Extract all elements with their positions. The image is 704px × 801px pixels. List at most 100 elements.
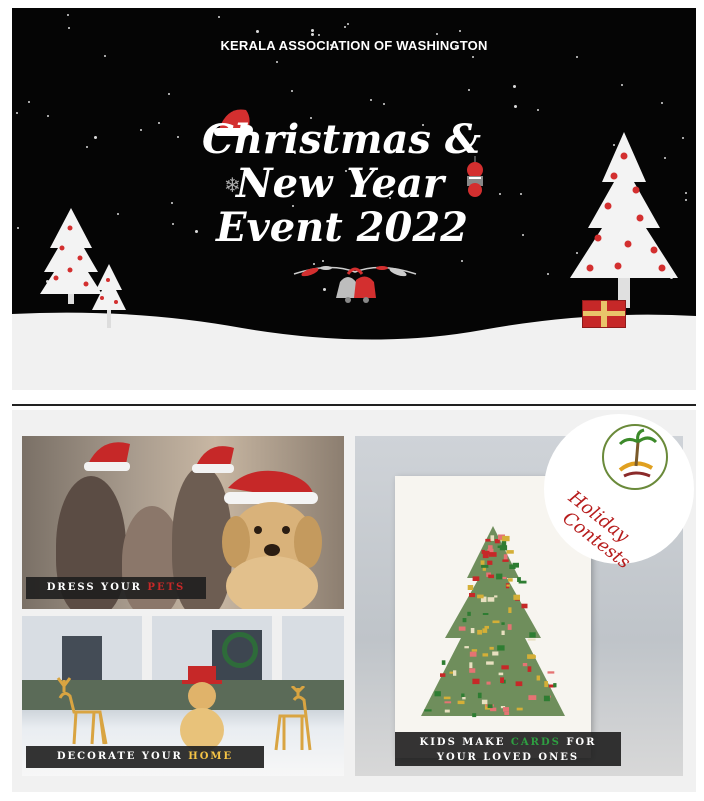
confetti-piece <box>507 624 512 630</box>
star-dot <box>661 102 663 104</box>
confetti-piece <box>516 707 523 711</box>
confetti-piece <box>462 697 466 700</box>
star-dot <box>311 29 314 32</box>
star-dot <box>67 14 69 16</box>
confetti-piece <box>488 574 494 579</box>
reindeer-decoration-icon <box>56 677 108 745</box>
snowflake-icon: ❄ <box>224 175 241 197</box>
star-dot <box>17 227 19 229</box>
star-dot <box>370 99 372 101</box>
confetti-piece <box>485 538 492 542</box>
confetti-piece <box>472 576 480 581</box>
confetti-piece <box>499 545 508 551</box>
confetti-piece <box>470 628 475 634</box>
santa-hat-icon <box>84 442 130 471</box>
confetti-piece <box>492 651 499 656</box>
star-dot <box>472 56 474 58</box>
confetti-piece <box>484 625 489 629</box>
star-dot <box>347 23 349 25</box>
caption-highlight: CARDS <box>510 737 561 748</box>
decorated-home-photo: DECORATE YOUR HOME <box>22 616 344 776</box>
star-dot <box>459 30 461 32</box>
star-dot <box>344 26 346 28</box>
confetti-piece <box>444 709 450 713</box>
star-dot <box>576 56 578 58</box>
confetti-piece <box>502 559 509 562</box>
star-dot <box>28 101 30 103</box>
hanging-ornament-icon <box>467 156 483 197</box>
confetti-piece <box>471 649 478 652</box>
confetti-piece <box>543 695 550 702</box>
confetti-piece <box>477 692 482 699</box>
confetti-piece <box>486 681 491 685</box>
golden-retriever-figure <box>222 470 322 609</box>
confetti-piece <box>503 554 508 561</box>
star-dot <box>16 112 18 114</box>
confetti-piece <box>472 713 477 718</box>
confetti-piece <box>527 666 532 672</box>
confetti-piece <box>544 681 548 688</box>
confetti-piece <box>490 535 495 541</box>
title-line-3: Event 2022 <box>216 204 468 251</box>
confetti-piece <box>508 578 513 582</box>
confetti-piece <box>522 663 528 667</box>
star-dot <box>195 230 198 233</box>
star-dot <box>436 33 438 35</box>
star-dot <box>621 84 623 86</box>
star-dot <box>68 27 70 29</box>
kids-make-cards-caption: KIDS MAKE CARDS FOR YOUR LOVED ONES <box>395 732 621 766</box>
contests-collage: DRESS YOUR PETS DECORATE YOUR HOME KIDS … <box>12 410 696 792</box>
confetti-piece <box>477 629 482 635</box>
confetti-piece <box>502 535 510 542</box>
confetti-piece <box>464 646 469 649</box>
event-banner: KERALA ASSOCIATION OF WASHINGTON Christm… <box>12 8 696 390</box>
star-dot <box>468 89 470 91</box>
confetti-piece <box>496 573 503 580</box>
confetti-piece <box>440 673 446 677</box>
confetti-piece <box>487 597 495 602</box>
confetti-piece <box>467 611 471 616</box>
confetti-tree-icon <box>421 526 565 718</box>
caption-text: FOR <box>560 737 597 748</box>
confetti-piece <box>477 594 484 599</box>
confetti-piece <box>449 671 453 674</box>
caption-line-1: KIDS MAKE CARDS FOR <box>395 735 621 750</box>
snowman-decoration-icon <box>180 666 224 752</box>
confetti-piece <box>501 665 509 670</box>
confetti-piece <box>508 607 512 613</box>
confetti-piece <box>506 584 510 587</box>
confetti-piece <box>498 672 504 676</box>
star-dot <box>513 85 516 88</box>
confetti-piece <box>458 626 466 631</box>
confetti-piece <box>488 552 497 557</box>
confetti-piece <box>441 660 446 665</box>
confetti-piece <box>469 593 476 598</box>
small-christmas-tree-icon <box>92 264 126 328</box>
confetti-piece <box>487 704 493 709</box>
confetti-piece <box>509 564 516 569</box>
confetti-piece <box>453 670 457 676</box>
star-dot <box>514 105 517 108</box>
confetti-piece <box>517 577 521 582</box>
star-dot <box>537 109 539 111</box>
section-divider <box>12 404 696 406</box>
star-dot <box>522 234 524 236</box>
confetti-piece <box>536 675 541 681</box>
star-dot <box>86 146 88 148</box>
star-dot <box>685 199 687 201</box>
gift-box-icon <box>582 300 626 328</box>
confetti-piece <box>500 677 504 683</box>
confetti-piece <box>504 711 510 715</box>
confetti-piece <box>457 700 465 705</box>
confetti-piece <box>469 668 476 673</box>
bells-ornament-icon <box>293 266 417 303</box>
star-dot <box>682 137 684 139</box>
star-dot <box>520 193 522 195</box>
star-dot <box>140 129 142 131</box>
confetti-piece <box>503 707 509 712</box>
star-dot <box>383 103 385 105</box>
star-dot <box>276 61 278 63</box>
title-line-2: New Year <box>236 160 444 207</box>
confetti-piece <box>501 622 505 625</box>
caption-text: DRESS YOUR <box>46 582 148 593</box>
